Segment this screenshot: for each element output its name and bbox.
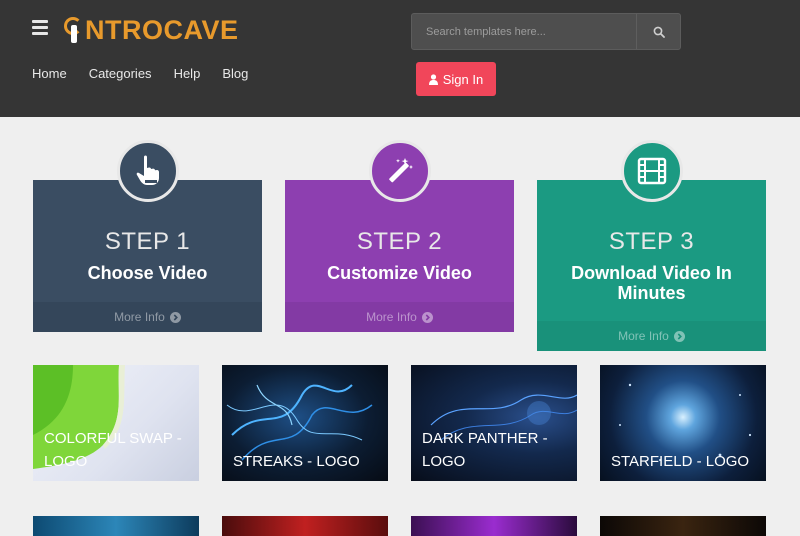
step-1-title: STEP 1 [104,228,191,255]
step-card-3: STEP 3 Download Video In Minutes More In… [537,140,766,351]
step-2-more-info[interactable]: More Info [285,302,514,332]
film-icon [637,157,666,185]
search-input[interactable] [412,14,636,49]
step-3-more-label: More Info [618,329,669,343]
step-card-2: STEP 2 Customize Video More Info [285,140,514,332]
chevron-circle-icon [169,311,181,323]
search-button[interactable] [636,14,680,49]
template-card-row2-1[interactable] [33,516,199,536]
search-bar [411,13,681,50]
step-2-badge [368,140,431,202]
step-3-more-info[interactable]: More Info [537,321,766,351]
template-card-row2-2[interactable] [222,516,388,536]
sign-in-button[interactable]: Sign In [416,62,496,96]
step-1-more-info[interactable]: More Info [33,302,262,332]
nav-home[interactable]: Home [32,66,67,81]
step-card-1: STEP 1 Choose Video More Info [33,140,262,332]
template-label: DARK PANTHER - LOGO [422,430,548,470]
nav-categories[interactable]: Categories [89,66,152,81]
chevron-circle-icon [421,311,433,323]
logo-mark [64,15,84,45]
template-card-starfield[interactable]: STARFIELD - LOGO [600,365,766,481]
step-1-subtitle: Choose Video [87,263,208,283]
template-label: STREAKS - LOGO [233,453,360,470]
nav-blog[interactable]: Blog [222,66,248,81]
step-3-title: STEP 3 [608,228,695,255]
template-card-dark-panther[interactable]: DARK PANTHER - LOGO [411,365,577,481]
site-logo[interactable]: NTROCAVE [64,11,239,49]
template-label: STARFIELD - LOGO [611,453,750,470]
nav-help[interactable]: Help [174,66,201,81]
site-header: NTROCAVE Home Categories Help Blog Sign … [0,0,800,117]
step-2-title: STEP 2 [356,228,443,255]
step-2-subtitle: Customize Video [327,263,472,283]
step-3-subtitle: Download Video In Minutes [571,263,732,303]
main-nav: Home Categories Help Blog [32,66,270,81]
template-card-row2-3[interactable] [411,516,577,536]
step-2-more-label: More Info [366,310,417,324]
template-label: COLORFUL SWAP - LOGO [44,430,182,470]
step-1-badge [116,140,179,202]
step-3-badge [620,140,683,202]
template-card-colorful-swap[interactable]: COLORFUL SWAP - LOGO [33,365,199,481]
search-icon [653,26,665,38]
chevron-circle-icon [673,330,685,342]
user-icon [428,73,438,85]
template-card-row2-4[interactable] [600,516,766,536]
menu-icon[interactable] [32,20,48,35]
template-card-streaks[interactable]: STREAKS - LOGO [222,365,388,481]
magic-wand-icon [388,158,413,183]
step-1-more-label: More Info [114,310,165,324]
logo-text: NTROCAVE [85,14,239,45]
sign-in-label: Sign In [442,71,484,87]
pointer-hand-icon [136,155,159,185]
